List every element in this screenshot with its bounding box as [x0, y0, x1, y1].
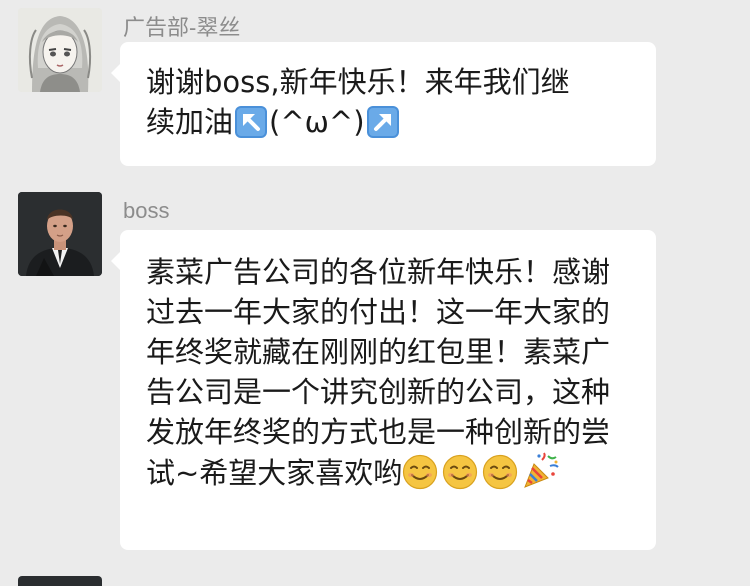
message-text: (^ω^) — [269, 105, 365, 139]
smile-emoji-icon — [403, 454, 438, 490]
message-bubble[interactable]: 谢谢boss,新年快乐！来年我们继 续加油 (^ω^) — [111, 42, 656, 166]
message-line: 过去一年大家的付出！这一年大家的 — [146, 295, 611, 329]
message-bubble[interactable]: 素菜广告公司的各位新年快乐！感谢 过去一年大家的付出！这一年大家的 年终奖就藏在… — [111, 230, 656, 550]
up-left-arrow-emoji-icon — [235, 106, 268, 138]
message-line: 素菜广告公司的各位新年快乐！感谢 — [146, 255, 611, 289]
message-line: 发放年终奖的方式也是一种创新的尝 — [146, 415, 611, 449]
anime-girl-avatar-icon — [18, 8, 102, 92]
avatar-sender-3[interactable] — [18, 576, 102, 586]
smile-emoji-icon — [483, 454, 518, 490]
party-popper-emoji-icon — [524, 452, 560, 488]
avatar-sender-2[interactable] — [18, 192, 102, 276]
sender-name: 广告部-翠丝 — [123, 15, 241, 40]
message-line: 告公司是一个讲究创新的公司，这种 — [146, 375, 611, 409]
chat-message-list[interactable]: 广告部-翠丝 谢谢boss,新年快乐！来年我们继 续加油 (^ω^) boss … — [0, 0, 750, 586]
up-right-arrow-emoji-icon — [366, 106, 399, 138]
businessman-avatar-icon — [18, 192, 102, 276]
message-line: 续加油 (^ω^) — [146, 102, 634, 142]
message-line: 年终奖就藏在刚刚的红包里！素菜广 — [146, 335, 611, 369]
avatar-sender-1[interactable] — [18, 8, 102, 92]
message-text: 试~希望大家喜欢哟 — [146, 456, 403, 490]
smile-emoji-icon — [443, 454, 478, 490]
message-line: 试~希望大家喜欢哟 — [146, 452, 634, 493]
sender-name: boss — [123, 198, 170, 223]
message-line: 谢谢boss,新年快乐！来年我们继 — [146, 65, 570, 99]
message-text: 续加油 — [146, 105, 234, 139]
